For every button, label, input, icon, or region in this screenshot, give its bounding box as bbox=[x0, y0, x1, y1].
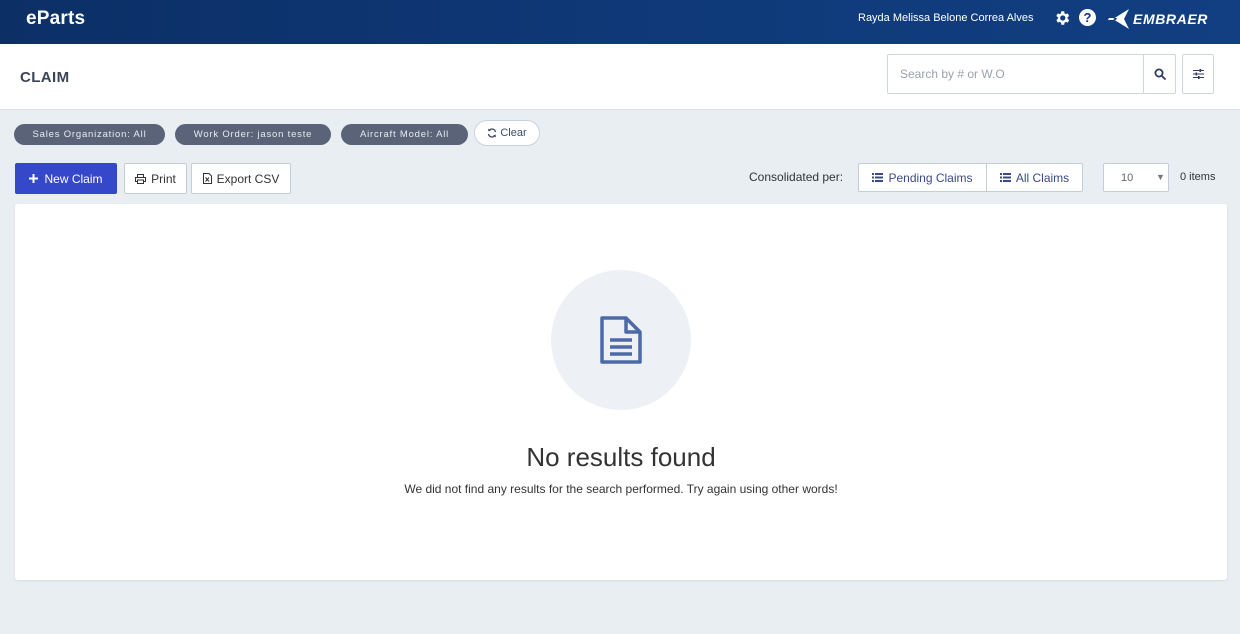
empty-state-illustration bbox=[551, 270, 691, 410]
page-title: CLAIM bbox=[20, 69, 70, 86]
gear-icon[interactable] bbox=[1053, 9, 1071, 27]
page-size-value: 10 bbox=[1121, 172, 1134, 184]
page-header: CLAIM bbox=[0, 44, 1240, 110]
embraer-mark-icon bbox=[1108, 9, 1129, 29]
items-count: 0 items bbox=[1180, 171, 1216, 183]
file-excel-icon bbox=[202, 173, 212, 184]
print-button[interactable]: Print bbox=[124, 163, 187, 194]
clear-label: Clear bbox=[500, 127, 527, 139]
results-panel: No results found We did not find any res… bbox=[15, 204, 1227, 580]
sliders-icon bbox=[1192, 69, 1204, 79]
caret-down-icon: ▼ bbox=[1156, 172, 1165, 182]
help-icon[interactable]: ? bbox=[1079, 9, 1096, 26]
filter-chip-aircraft-model[interactable]: Aircraft Model: All bbox=[341, 124, 468, 145]
embraer-logo: EMBRAER bbox=[1107, 9, 1208, 29]
new-claim-button[interactable]: New Claim bbox=[15, 163, 117, 194]
search-input[interactable] bbox=[887, 54, 1144, 94]
empty-state-title: No results found bbox=[526, 442, 716, 472]
plus-icon bbox=[29, 174, 39, 183]
filter-chip-sales-org[interactable]: Sales Organization: All bbox=[14, 124, 165, 145]
page-size-select[interactable]: 10 ▼ bbox=[1103, 163, 1169, 192]
new-claim-label: New Claim bbox=[44, 171, 103, 186]
all-claims-label: All Claims bbox=[1015, 170, 1070, 185]
consolidated-label: Consolidated per: bbox=[749, 170, 844, 184]
print-icon bbox=[135, 173, 147, 184]
list-icon bbox=[872, 173, 884, 182]
pending-claims-label: Pending Claims bbox=[888, 170, 973, 185]
brand-name: EMBRAER bbox=[1133, 11, 1208, 27]
all-claims-toggle[interactable]: All Claims bbox=[986, 163, 1083, 192]
pending-claims-toggle[interactable]: Pending Claims bbox=[858, 163, 987, 192]
advanced-filter-button[interactable] bbox=[1182, 54, 1214, 94]
user-name[interactable]: Rayda Melissa Belone Correa Alves bbox=[858, 12, 1033, 24]
export-csv-label: Export CSV bbox=[216, 171, 280, 186]
clear-filters-button[interactable]: Clear bbox=[474, 120, 540, 146]
search-icon bbox=[1154, 68, 1166, 80]
refresh-icon bbox=[488, 128, 497, 138]
search-button[interactable] bbox=[1143, 54, 1176, 94]
print-label: Print bbox=[151, 171, 176, 186]
document-icon bbox=[600, 316, 642, 364]
list-icon bbox=[999, 173, 1011, 182]
app-logo[interactable]: eParts bbox=[26, 8, 85, 30]
export-csv-button[interactable]: Export CSV bbox=[191, 163, 291, 194]
empty-state-message: We did not find any results for the sear… bbox=[404, 482, 838, 496]
top-navbar: eParts Rayda Melissa Belone Correa Alves… bbox=[0, 0, 1240, 44]
filter-chip-work-order[interactable]: Work Order: jason teste bbox=[175, 124, 331, 145]
